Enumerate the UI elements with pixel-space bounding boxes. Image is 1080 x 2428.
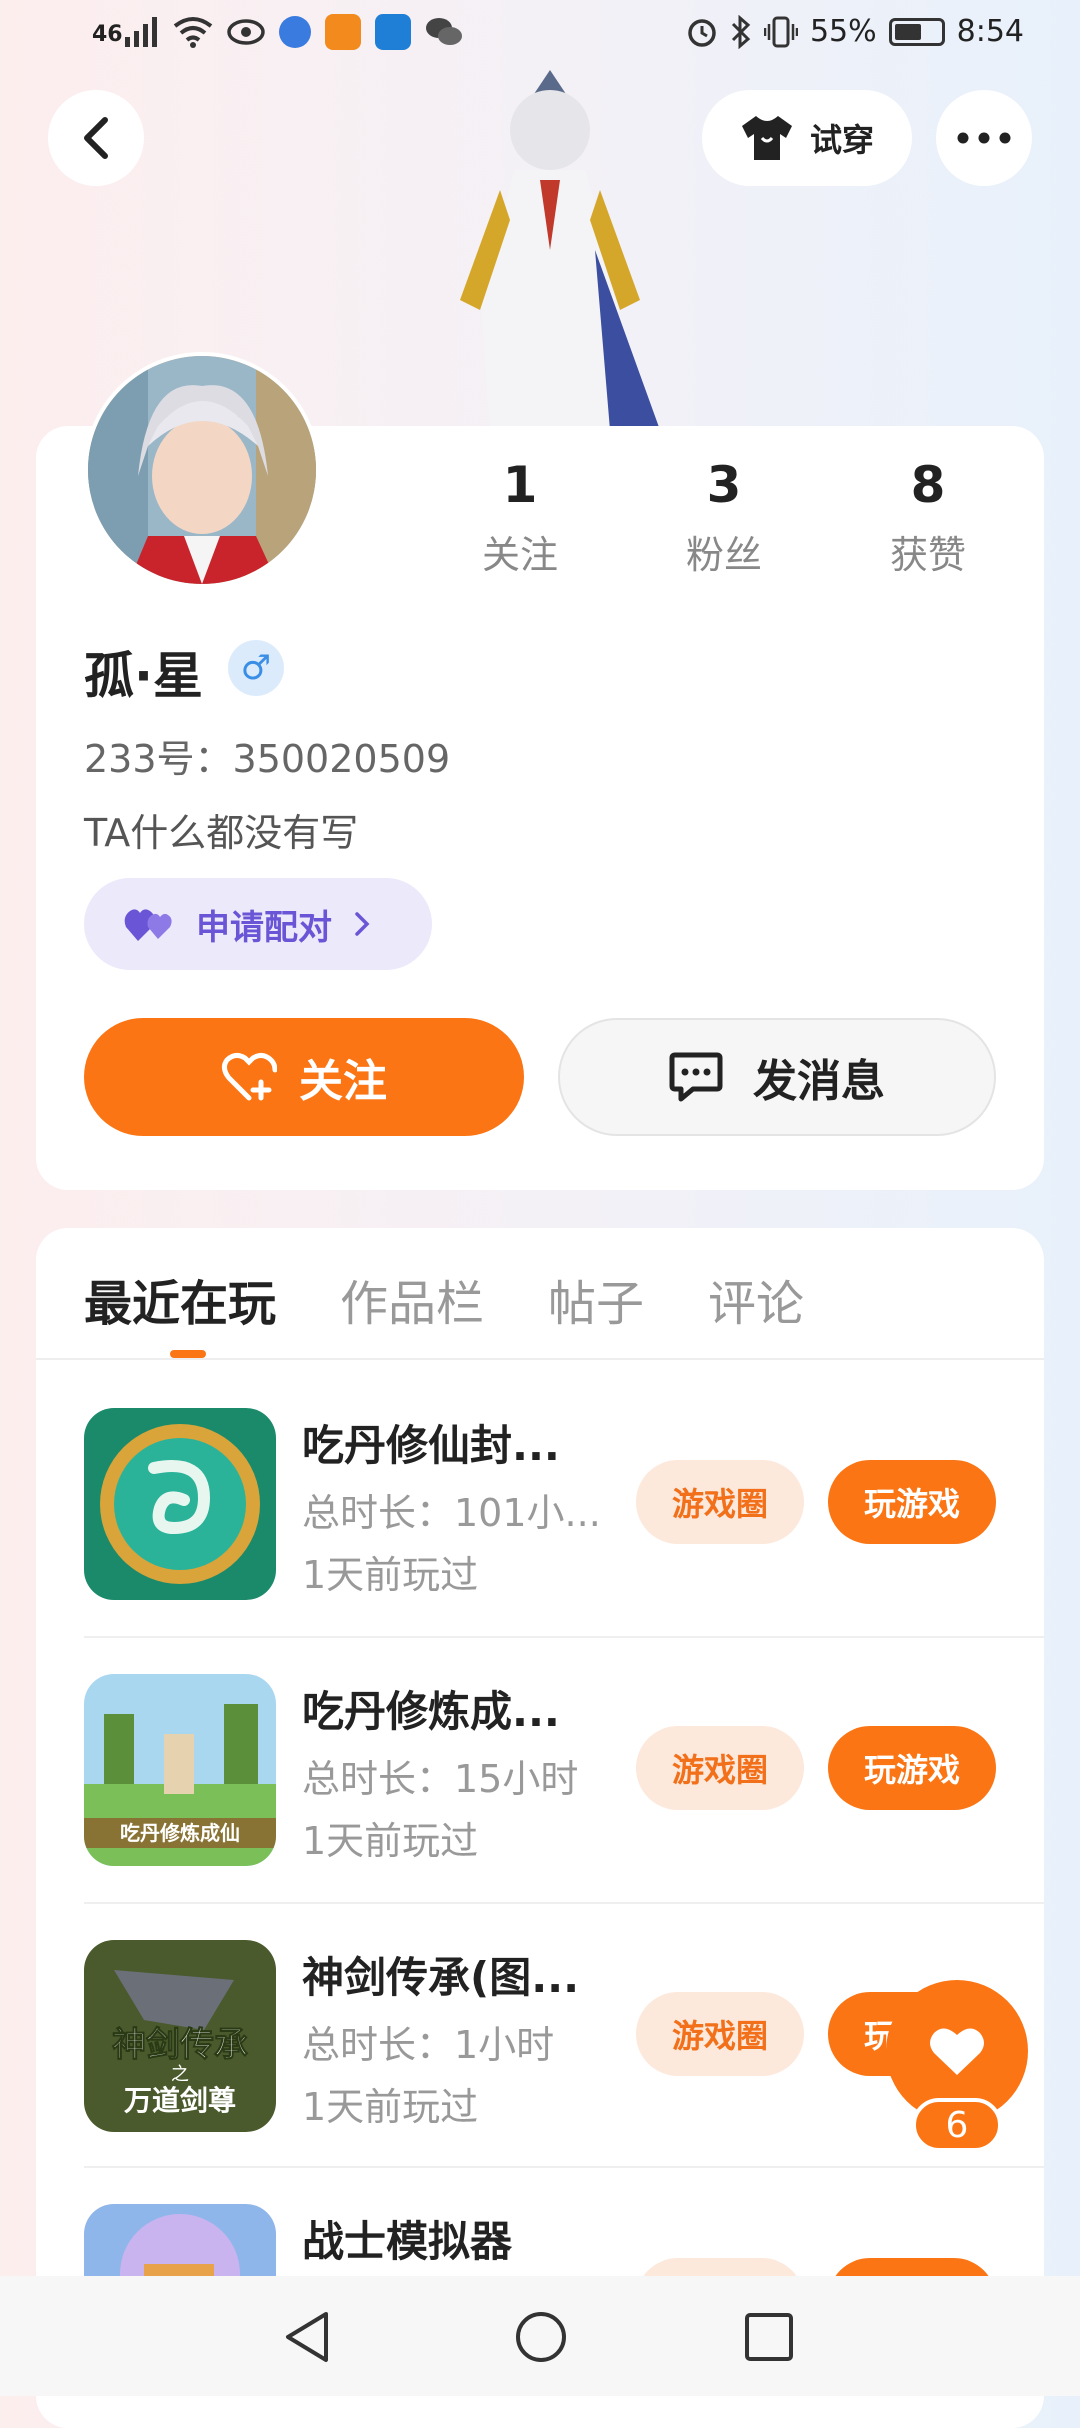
vibrate-icon [763,16,798,47]
tab-recently-played[interactable]: 最近在玩 [84,1264,276,1334]
try-on-button[interactable]: 试穿 [702,90,912,186]
wechat-icon [425,18,462,45]
profile-tabs: 最近在玩 作品栏 帖子 评论 [84,1264,804,1334]
game-last-played: 1天前玩过 [302,2085,479,2129]
network-type: 46 [92,22,123,47]
game-title: 战士模拟器 [302,2217,513,2266]
apply-pair-label: 申请配对 [196,907,332,948]
wifi-icon [173,17,212,48]
game-last-played: 1天前玩过 [302,1819,479,1863]
profile-bio: TA什么都没有写 [84,811,359,855]
profile-name: 孤·星 [84,647,203,705]
apply-pair-button[interactable]: 申请配对 [84,878,432,970]
system-nav-bar [0,2276,1080,2396]
game-list-item[interactable]: 神剑传承 之 万道剑尊 神剑传承(图... 总时长：1小时 1天前玩过 游戏圈 … [84,1940,996,2132]
like-count-badge: 6 [912,2098,1002,2152]
avatar[interactable] [84,352,320,588]
bluetooth-icon [731,14,751,49]
chevron-left-icon [84,117,108,159]
game-title: 吃丹修仙封... [302,1421,560,1470]
browser-app-icon [278,16,311,48]
game-duration: 总时长：101小... [302,1491,601,1535]
follow-label: 关注 [299,1056,387,1107]
more-dots-icon [957,132,1011,144]
tab-posts[interactable]: 帖子 [548,1264,644,1334]
play-game-button[interactable]: 玩游戏 [828,1726,996,1810]
nav-home-icon[interactable] [514,2310,568,2364]
game-duration: 总时长：1小时 [302,2023,555,2067]
tab-comments[interactable]: 评论 [708,1264,804,1334]
avatar-image [88,356,316,584]
weather-app-icon [374,14,411,50]
tab-works[interactable]: 作品栏 [340,1264,484,1334]
clock: 8:54 [956,14,1024,49]
stat-following[interactable]: 1 关注 [420,456,620,579]
likes-count: 8 [910,456,946,514]
game-circle-button[interactable]: 游戏圈 [636,1726,804,1810]
back-button[interactable] [48,90,144,186]
double-heart-icon [124,909,172,941]
game-title: 吃丹修炼成... [302,1687,560,1736]
stat-likes[interactable]: 8 获赞 [828,456,1028,579]
battery-icon [888,17,945,46]
game-title: 神剑传承(图... [302,1953,580,2002]
character-avatar-image [460,70,660,430]
chevron-right-icon [355,912,370,936]
game-list-item[interactable]: 吃丹修炼成仙 吃丹修炼成... 总时长：15小时 1天前玩过 游戏圈 玩游戏 [84,1674,996,1866]
game-icon-caption: 吃丹修炼成仙 [120,1821,240,1845]
likes-label: 获赞 [889,533,966,577]
battery-percent: 55% [809,14,877,49]
tab-divider [36,1358,1044,1360]
user-id: 233号：350020509 [84,737,451,781]
shirt-icon [741,116,792,160]
game-list-item[interactable]: 吃丹修仙封... 总时长：101小... 1天前玩过 游戏圈 玩游戏 [84,1408,996,1600]
eye-icon [226,19,265,45]
row-divider [84,2166,1044,2168]
play-game-button[interactable]: 玩游戏 [828,1460,996,1544]
game-icon: 神剑传承 之 万道剑尊 [84,1940,276,2132]
following-count: 1 [502,456,538,514]
active-tab-indicator [170,1350,206,1358]
game-duration: 总时长：15小时 [302,1757,579,1801]
row-divider [84,1902,1044,1904]
video-app-icon [324,14,361,50]
nav-recents-icon[interactable] [744,2312,794,2362]
followers-count: 3 [706,456,742,514]
game-circle-button[interactable]: 游戏圈 [636,1992,804,2076]
game-icon-caption-top: 神剑传承 [112,2025,248,2065]
alarm-icon [688,18,716,47]
gender-male-icon: ♂ [228,640,284,696]
followers-label: 粉丝 [685,533,762,577]
send-message-label: 发消息 [753,1056,885,1107]
message-bubble-icon [669,1052,723,1102]
game-circle-button[interactable]: 游戏圈 [636,1460,804,1544]
game-icon [84,1408,276,1600]
heart-icon [930,2028,984,2075]
send-message-button[interactable]: 发消息 [558,1018,996,1136]
game-icon-caption-mid: 之 [171,2064,189,2085]
game-icon: 吃丹修炼成仙 [84,1674,276,1866]
game-icon-caption-bottom: 万道剑尊 [124,2084,236,2117]
signal-icon: 46 [92,17,159,47]
more-button[interactable] [936,90,1032,186]
heart-plus-icon [221,1052,277,1101]
row-divider [84,1636,1044,1638]
game-last-played: 1天前玩过 [302,1553,479,1597]
status-bar: 46 55% 8:54 [0,0,1080,72]
try-on-label: 试穿 [809,121,874,159]
follow-button[interactable]: 关注 [84,1018,524,1136]
following-label: 关注 [481,533,558,577]
stat-followers[interactable]: 3 粉丝 [624,456,824,579]
nav-back-icon[interactable] [282,2310,332,2364]
